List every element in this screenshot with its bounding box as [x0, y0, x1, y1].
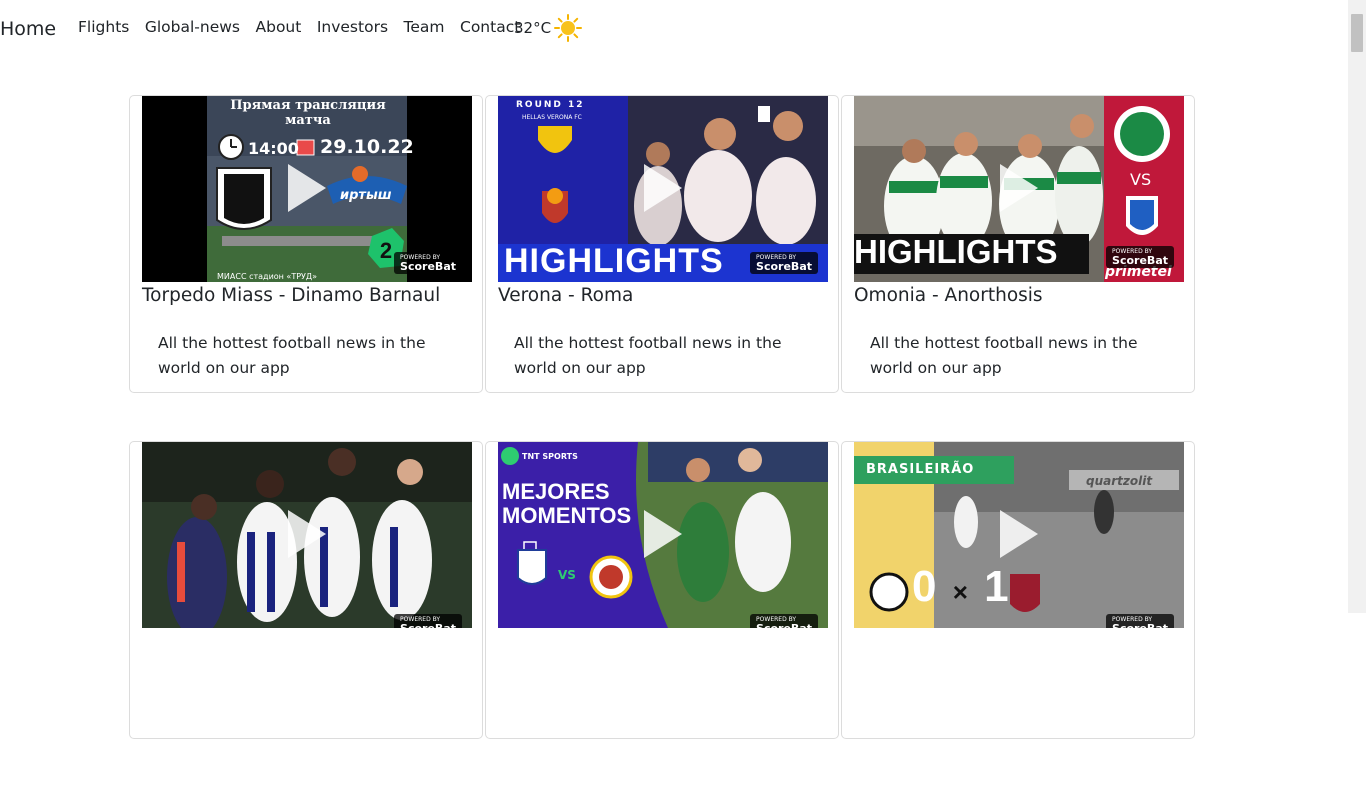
weather-widget: 32°C [514, 14, 583, 42]
video-card[interactable]: POWERED BY ScoreBat [129, 441, 483, 739]
card-title[interactable]: Omonia - Anorthosis [854, 285, 1043, 306]
club-label: HELLAS VERONA FC [522, 114, 582, 121]
match-time: 14:00 [248, 139, 299, 158]
highlights-banner: HIGHLIGHTS [854, 233, 1058, 270]
video-thumbnail[interactable]: POWERED BY ScoreBat [142, 442, 472, 628]
score-separator: × [952, 577, 968, 607]
scrollbar[interactable] [1348, 0, 1366, 613]
score-away: 1 [984, 562, 1009, 611]
navbar: Home Flights Global-news About Investors… [0, 0, 1348, 60]
play-icon[interactable] [638, 160, 686, 216]
scrollbar-thumb[interactable] [1351, 14, 1363, 52]
play-icon[interactable] [994, 160, 1042, 216]
svg-text:2: 2 [380, 238, 392, 263]
scorebat-badge: POWERED BY ScoreBat [1106, 614, 1174, 628]
nav-link-about[interactable]: About [256, 18, 302, 36]
highlights-banner: HIGHLIGHTS [504, 242, 724, 280]
nav-link-global-news[interactable]: Global-news [145, 18, 240, 36]
video-row: POWERED BY ScoreBat [129, 441, 1198, 739]
scorebat-badge: POWERED BY ScoreBat [394, 252, 462, 274]
video-card[interactable]: ROUND 12 HELLAS VERONA FC HIGHLIGHTS POW… [485, 95, 839, 393]
scoreboard-text: quartzolit [1086, 474, 1153, 488]
play-icon[interactable] [282, 160, 330, 216]
video-thumbnail[interactable]: 2 Прямая трансляция матча 14:00 29.10.22… [142, 96, 472, 282]
score-home: 0 [912, 562, 937, 611]
thumb-header: Прямая трансляция матча [230, 98, 386, 128]
card-description: All the hottest football news in the wor… [158, 334, 426, 377]
nav-link-contact[interactable]: Contact [460, 18, 520, 36]
temperature: 32°C [514, 19, 552, 37]
video-thumbnail[interactable]: ROUND 12 HELLAS VERONA FC HIGHLIGHTS POW… [498, 96, 828, 282]
broadcaster-label: TNT SPORTS [522, 452, 578, 461]
video-thumbnail[interactable]: TNT SPORTS MEJORES MOMENTOS VS POWERED B… [498, 442, 828, 628]
vs-label: VS [1130, 170, 1152, 189]
scorebat-badge: POWERED BY ScoreBat [750, 252, 818, 274]
video-thumbnail[interactable]: HIGHLIGHTS VS primetel POWERED BY ScoreB… [854, 96, 1184, 282]
play-icon[interactable] [994, 506, 1042, 562]
card-description: All the hottest football news in the wor… [870, 334, 1138, 377]
sun-icon [554, 14, 583, 42]
video-card[interactable]: 2 Прямая трансляция матча 14:00 29.10.22… [129, 95, 483, 393]
scorebat-badge: POWERED BY ScoreBat [1106, 246, 1174, 268]
nav-link-team[interactable]: Team [404, 18, 445, 36]
card-description: All the hottest football news in the wor… [514, 334, 782, 377]
round-label: ROUND 12 [516, 100, 585, 110]
nav-link-flights[interactable]: Flights [78, 18, 129, 36]
card-title[interactable]: Torpedo Miass - Dinamo Barnaul [142, 285, 440, 306]
nav-link-investors[interactable]: Investors [317, 18, 388, 36]
highlights-heading: MEJORES MOMENTOS [502, 479, 632, 528]
video-grid: 2 Прямая трансляция матча 14:00 29.10.22… [129, 95, 1198, 787]
league-label: BRASILEIRÃO [866, 462, 975, 477]
vs-label: VS [558, 568, 576, 582]
nav-links: Flights Global-news About Investors Team… [78, 18, 536, 36]
video-card[interactable]: HIGHLIGHTS VS primetel POWERED BY ScoreB… [841, 95, 1195, 393]
home-link[interactable]: Home [0, 18, 56, 40]
video-card[interactable]: TNT SPORTS MEJORES MOMENTOS VS POWERED B… [485, 441, 839, 739]
score-display: 0 × 1 [912, 562, 1009, 612]
play-icon[interactable] [638, 506, 686, 562]
video-row: 2 Прямая трансляция матча 14:00 29.10.22… [129, 95, 1198, 393]
play-icon[interactable] [282, 506, 330, 562]
scorebat-badge: POWERED BY ScoreBat [750, 614, 818, 628]
video-thumbnail[interactable]: BRASILEIRÃO quartzolit 0 × 1 POWERED BY … [854, 442, 1184, 628]
scorebat-badge: POWERED BY ScoreBat [394, 614, 462, 628]
video-card[interactable]: BRASILEIRÃO quartzolit 0 × 1 POWERED BY … [841, 441, 1195, 739]
card-title[interactable]: Verona - Roma [498, 285, 633, 306]
match-date: 29.10.22 [320, 136, 414, 158]
away-team-name: иртыш [340, 188, 392, 203]
thumb-footer: МИАСС стадион «ТРУД» [217, 272, 318, 281]
